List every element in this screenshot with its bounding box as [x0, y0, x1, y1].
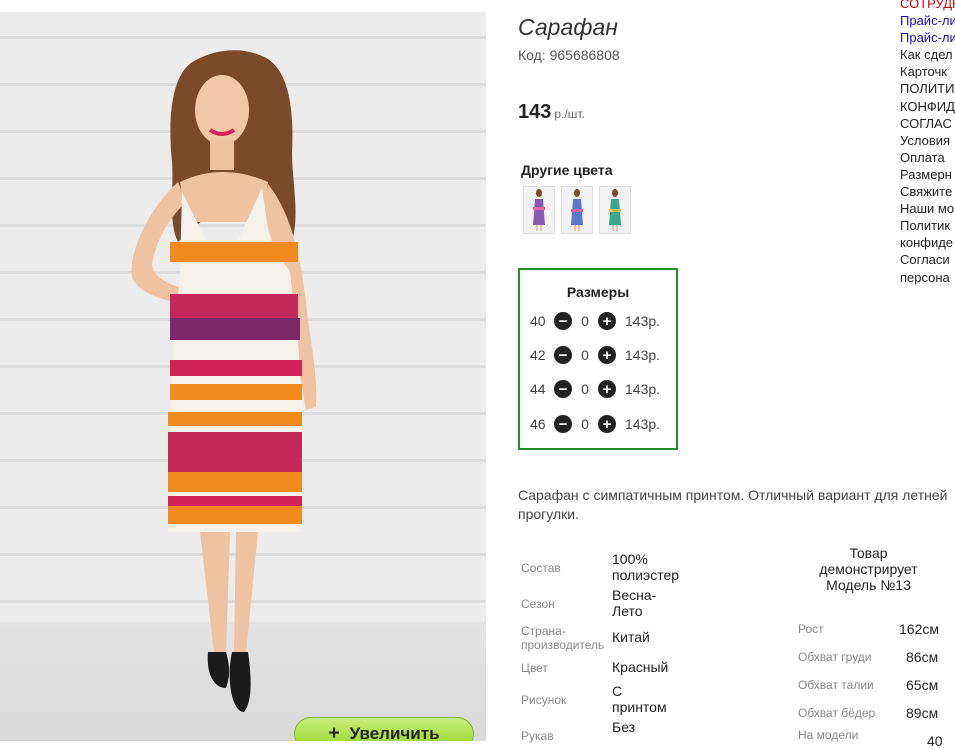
size-value: 40: [530, 313, 546, 329]
menu-item-privacy-policy[interactable]: Политик: [900, 217, 955, 234]
plus-icon[interactable]: +: [598, 415, 616, 433]
size-qty: 0: [581, 381, 589, 397]
model-illustration: [131, 50, 317, 712]
zoom-button[interactable]: + Увеличить: [294, 717, 474, 741]
size-value: 46: [530, 416, 546, 432]
size-price: 143р.: [625, 381, 661, 397]
attr-value-country: Китай: [612, 629, 650, 645]
model-value-height: 162см: [899, 621, 939, 637]
attr-value-pattern: С принтом: [612, 683, 667, 715]
size-value: 42: [530, 347, 546, 363]
menu-item-payment[interactable]: Оплата: [900, 149, 955, 166]
product-title: Сарафан: [518, 14, 618, 40]
attr-value-season: Весна-Лето: [612, 587, 657, 619]
menu-item-terms[interactable]: Условия: [900, 132, 955, 149]
model-label-size-on-model: На модели: [798, 728, 859, 742]
size-qty: 0: [581, 347, 589, 363]
size-qty: 0: [581, 313, 589, 329]
product-price: 143 р./шт.: [518, 101, 585, 124]
dress-thumbnail-icon: [609, 189, 621, 231]
attr-value-sleeve: Без: [612, 719, 636, 735]
size-row: 42 − 0 + 143р.: [530, 345, 660, 365]
menu-item-consent[interactable]: СОГЛАС: [900, 115, 955, 132]
attr-label-country: Страна-производитель: [521, 624, 605, 652]
attr-label-composition: Состав: [521, 561, 561, 575]
plus-icon: +: [328, 723, 340, 741]
menu-item-how-to-order[interactable]: Как сдел: [900, 46, 955, 63]
model-label-waist: Обхват талии: [798, 678, 874, 692]
sizes-box: Размеры 40 − 0 + 143р. 42 − 0 + 143р. 44…: [518, 268, 678, 450]
minus-icon[interactable]: −: [554, 312, 572, 330]
menu-item-contact[interactable]: Свяжите: [900, 183, 955, 200]
minus-icon[interactable]: −: [554, 415, 572, 433]
model-label-hips: Обхват бёдер: [798, 706, 876, 720]
size-qty: 0: [581, 416, 589, 432]
menu-item-price-list-2[interactable]: Прайс-ли: [900, 29, 955, 46]
menu-item-personal-data[interactable]: персона: [900, 269, 955, 286]
size-price: 143р.: [625, 416, 661, 432]
plus-icon[interactable]: +: [598, 380, 616, 398]
menu-item-price-list[interactable]: Прайс-ли: [900, 12, 955, 29]
menu-item-personal-data-consent[interactable]: Согласи: [900, 251, 955, 268]
size-price: 143р.: [625, 347, 661, 363]
sizes-title: Размеры: [566, 284, 630, 300]
color-thumbnails: [523, 186, 631, 234]
attr-label-pattern: Рисунок: [521, 693, 567, 707]
product-photo[interactable]: + Увеличить: [0, 12, 486, 741]
attr-label-color: Цвет: [521, 661, 548, 675]
size-row: 46 − 0 + 143р.: [530, 414, 660, 434]
minus-icon[interactable]: −: [554, 380, 572, 398]
model-value-waist: 65см: [906, 677, 939, 693]
minus-icon[interactable]: −: [554, 346, 572, 364]
size-price: 143р.: [625, 313, 661, 329]
size-value: 44: [530, 381, 546, 397]
dress-thumbnail-icon: [571, 189, 583, 231]
plus-icon[interactable]: +: [598, 346, 616, 364]
side-menu: СОТРУДН Прайс-ли Прайс-ли Как сдел Карто…: [900, 0, 955, 286]
color-thumb-green[interactable]: [599, 186, 631, 234]
zoom-button-label: Увеличить: [349, 724, 440, 741]
model-label-height: Рост: [798, 622, 824, 636]
attr-label-season: Сезон: [521, 597, 555, 611]
product-description: Сарафан с симпатичным принтом. Отличный …: [518, 487, 948, 522]
price-unit: р./шт.: [554, 107, 585, 121]
attr-value-composition: 100% полиэстер: [612, 551, 680, 583]
menu-item-staff[interactable]: СОТРУДН: [900, 0, 955, 12]
menu-item-policy[interactable]: ПОЛИТИ: [900, 80, 955, 97]
plus-icon[interactable]: +: [598, 312, 616, 330]
color-thumb-blue[interactable]: [561, 186, 593, 234]
price-amount: 143: [518, 101, 552, 123]
menu-item-card[interactable]: Карточк: [900, 63, 955, 80]
dress-thumbnail-icon: [533, 189, 545, 231]
model-value-size-on-model: 40: [927, 733, 943, 749]
size-row: 44 − 0 + 143р.: [530, 379, 660, 399]
menu-item-privacy-policy-2[interactable]: конфиде: [900, 234, 955, 251]
model-heading: Товар демонстрирует Модель №13: [819, 545, 918, 593]
menu-item-size-chart[interactable]: Размерн: [900, 166, 955, 183]
product-code: Код: 965686808: [518, 47, 620, 63]
other-colors-title: Другие цвета: [521, 162, 613, 178]
menu-item-our-models[interactable]: Наши мо: [900, 200, 955, 217]
menu-item-confidentiality[interactable]: КОНФИД: [900, 98, 955, 115]
color-thumb-purple[interactable]: [523, 186, 555, 234]
attr-value-color: Красный: [612, 659, 669, 675]
model-label-bust: Обхват груди: [798, 650, 872, 664]
model-value-bust: 86см: [906, 649, 939, 665]
model-value-hips: 89см: [906, 705, 939, 721]
size-row: 40 − 0 + 143р.: [530, 311, 660, 331]
